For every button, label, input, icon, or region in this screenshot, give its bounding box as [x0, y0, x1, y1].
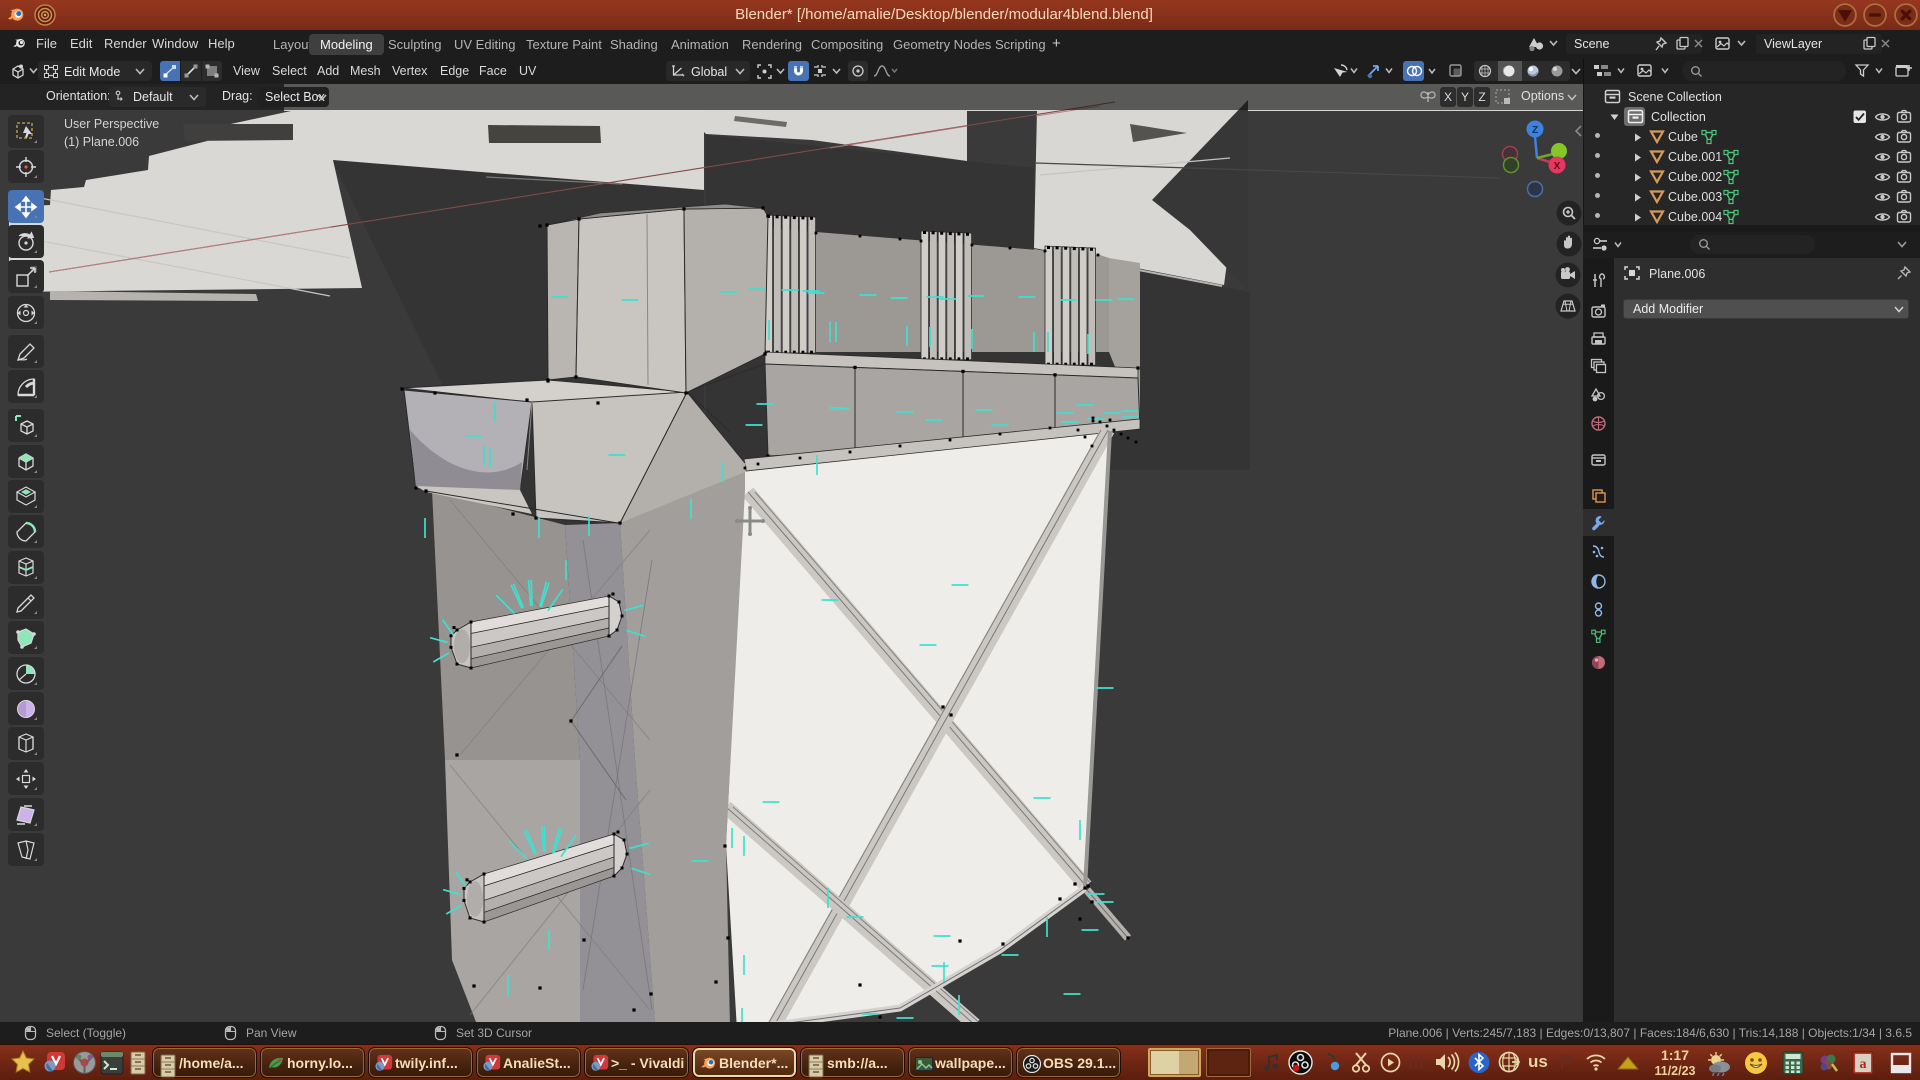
- svg-text:Z: Z: [1532, 125, 1538, 136]
- svg-text:X: X: [1554, 161, 1561, 172]
- svg-text:a: a: [1860, 1057, 1867, 1072]
